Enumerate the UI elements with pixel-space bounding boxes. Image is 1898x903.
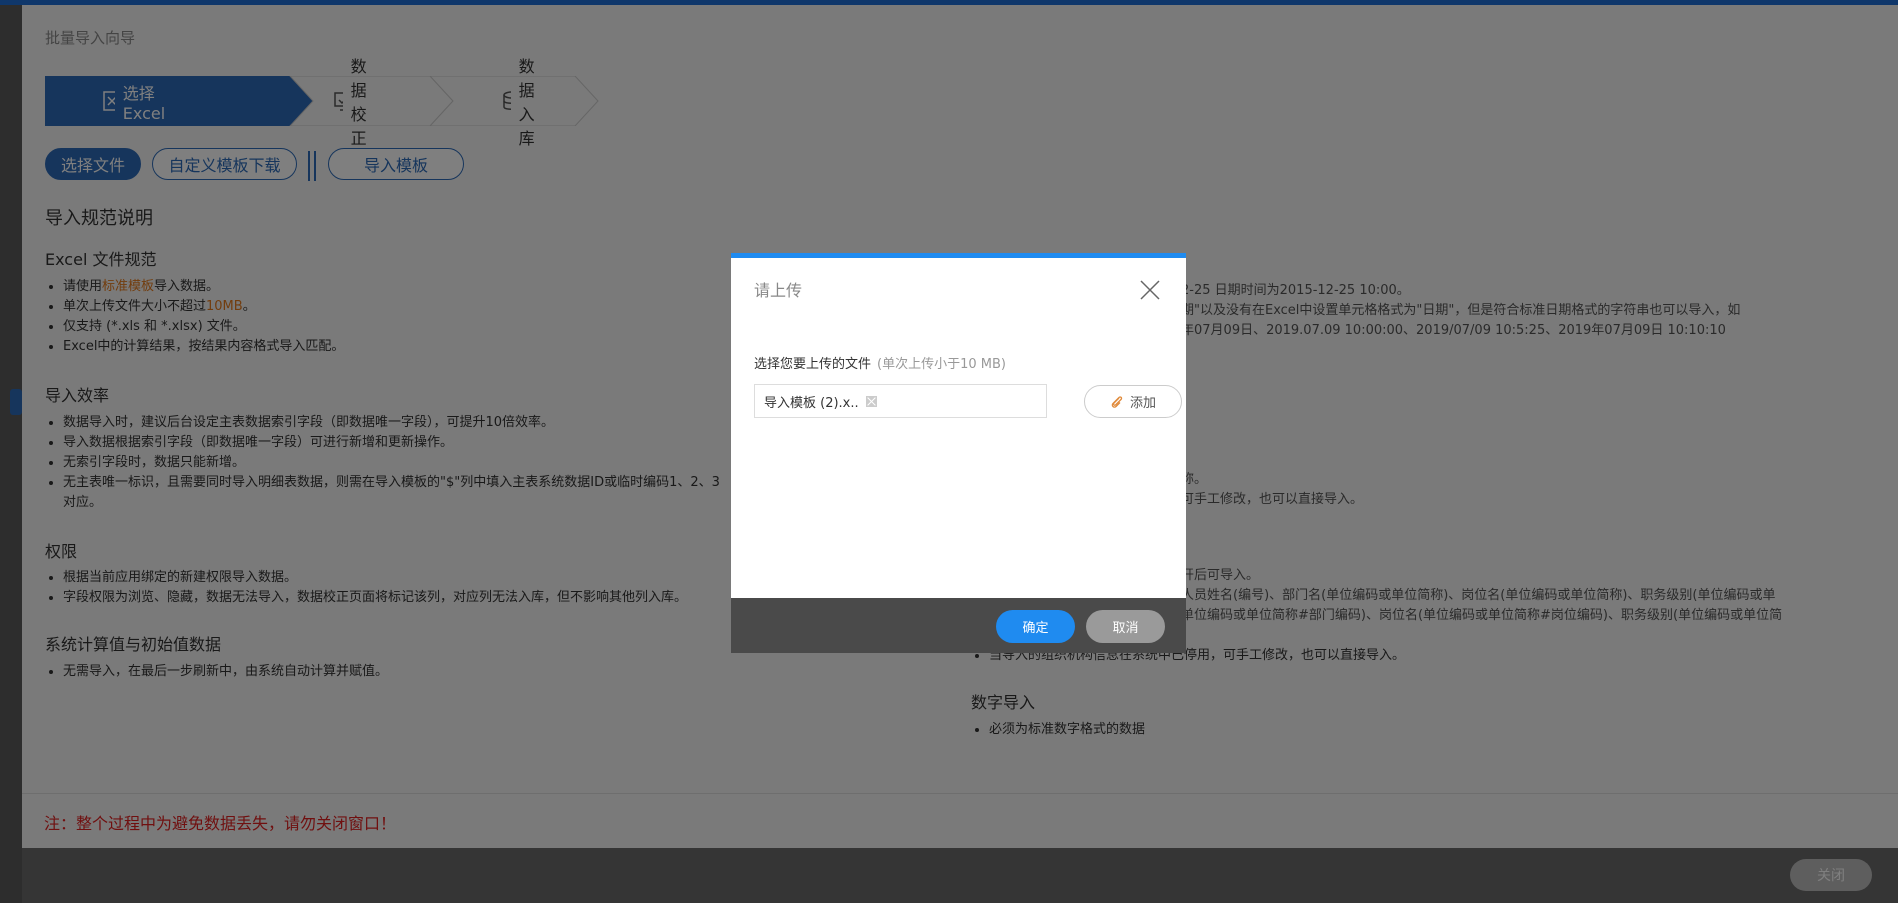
dialog-accent-bar (731, 253, 1186, 258)
file-select-label: 选择您要上传的文件 (单次上传小于10 MB) (754, 357, 1006, 372)
cancel-button[interactable]: 取消 (1086, 610, 1165, 643)
close-icon[interactable] (1138, 278, 1162, 302)
confirm-button[interactable]: 确定 (996, 610, 1075, 643)
paperclip-icon (1111, 395, 1123, 408)
add-file-button[interactable]: 添加 (1084, 385, 1182, 418)
size-hint: (单次上传小于10 MB) (877, 357, 1006, 372)
upload-dialog: 请上传 选择您要上传的文件 (单次上传小于10 MB) 导入模板 (2).x.. … (731, 253, 1186, 653)
dialog-title: 请上传 (754, 281, 803, 300)
selected-file-field[interactable]: 导入模板 (2).x.. (754, 384, 1047, 418)
add-label: 添加 (1129, 396, 1156, 411)
remove-file-icon[interactable] (865, 395, 877, 407)
file-name: 导入模板 (2).x.. (764, 395, 859, 411)
